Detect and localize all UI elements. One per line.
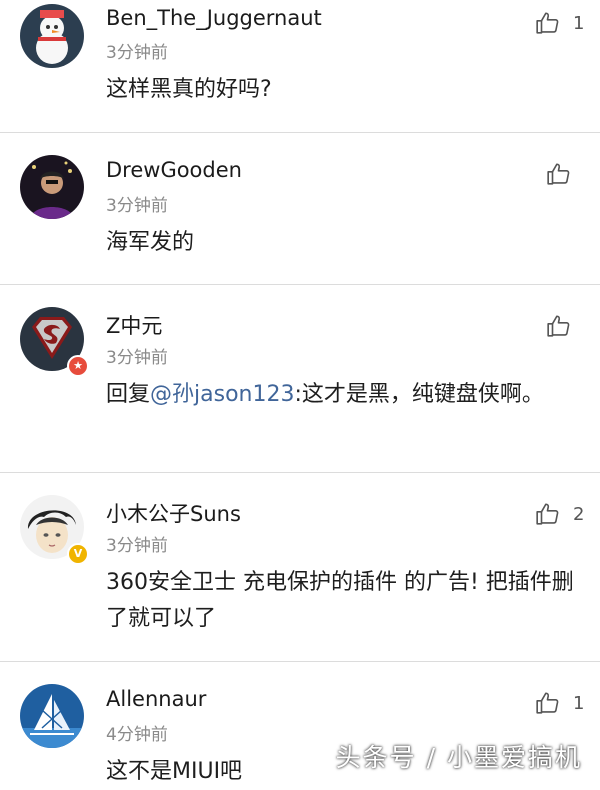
thumbs-up-icon bbox=[536, 12, 559, 34]
comment-text: 回复@孙jason123:这才是黑，纯键盘侠啊。 bbox=[106, 377, 584, 413]
mention-link[interactable]: @孙jason123 bbox=[150, 382, 294, 407]
like-count: 2 bbox=[573, 503, 585, 525]
thumbs-up-icon bbox=[536, 503, 559, 525]
reply-prefix: 回复 bbox=[106, 382, 151, 407]
comment-item: V 小木公子Suns 3分钟前 360安全卫士 充电保护的插件 的广告! 把插件… bbox=[0, 473, 600, 662]
comment-item: ★ Z中元 3分钟前 回复@孙jason123:这才是黑，纯键盘侠啊。 bbox=[0, 285, 600, 473]
snowman-avatar-icon[interactable] bbox=[20, 4, 84, 68]
comment-item: DrewGooden 3分钟前 海军发的 bbox=[0, 133, 600, 285]
like-button[interactable]: 1 bbox=[535, 8, 584, 38]
like-count: 1 bbox=[573, 12, 585, 34]
comment-text: 这样黑真的好吗? bbox=[106, 77, 272, 102]
watermark: 头条号 / 小墨爱搞机 bbox=[335, 743, 582, 772]
timestamp: 4分钟前 bbox=[106, 725, 168, 745]
thumbs-up-icon bbox=[547, 315, 570, 337]
reply-body: :这才是黑，纯键盘侠啊。 bbox=[294, 382, 544, 407]
comment-text: 360安全卫士 充电保护的插件 的广告! 把插件删了就可以了 bbox=[106, 570, 574, 631]
star-badge-icon: ★ bbox=[67, 355, 89, 377]
timestamp: 3分钟前 bbox=[106, 348, 168, 368]
person-avatar-icon[interactable] bbox=[20, 155, 84, 219]
like-button[interactable]: 1 bbox=[535, 688, 584, 718]
thumbs-up-icon bbox=[536, 692, 559, 714]
like-button[interactable] bbox=[546, 311, 572, 341]
timestamp: 3分钟前 bbox=[106, 196, 168, 216]
timestamp: 3分钟前 bbox=[106, 43, 168, 63]
like-count: 1 bbox=[573, 692, 585, 714]
username[interactable]: Ben_The_Juggernaut bbox=[106, 6, 322, 30]
thumbs-up-icon bbox=[547, 163, 570, 185]
username[interactable]: 小木公子Suns bbox=[106, 498, 241, 528]
username[interactable]: Z中元 bbox=[106, 310, 162, 340]
like-button[interactable] bbox=[546, 159, 572, 189]
sail-logo-avatar-icon[interactable] bbox=[20, 684, 84, 748]
comment-item: Ben_The_Juggernaut 3分钟前 这样黑真的好吗? 1 bbox=[0, 0, 600, 133]
username[interactable]: Allennaur bbox=[106, 687, 206, 711]
comment-text: 海军发的 bbox=[106, 230, 195, 255]
like-button[interactable]: 2 bbox=[535, 499, 584, 529]
timestamp: 3分钟前 bbox=[106, 536, 168, 556]
verified-v-badge-icon: V bbox=[67, 543, 89, 565]
username[interactable]: DrewGooden bbox=[106, 158, 242, 182]
